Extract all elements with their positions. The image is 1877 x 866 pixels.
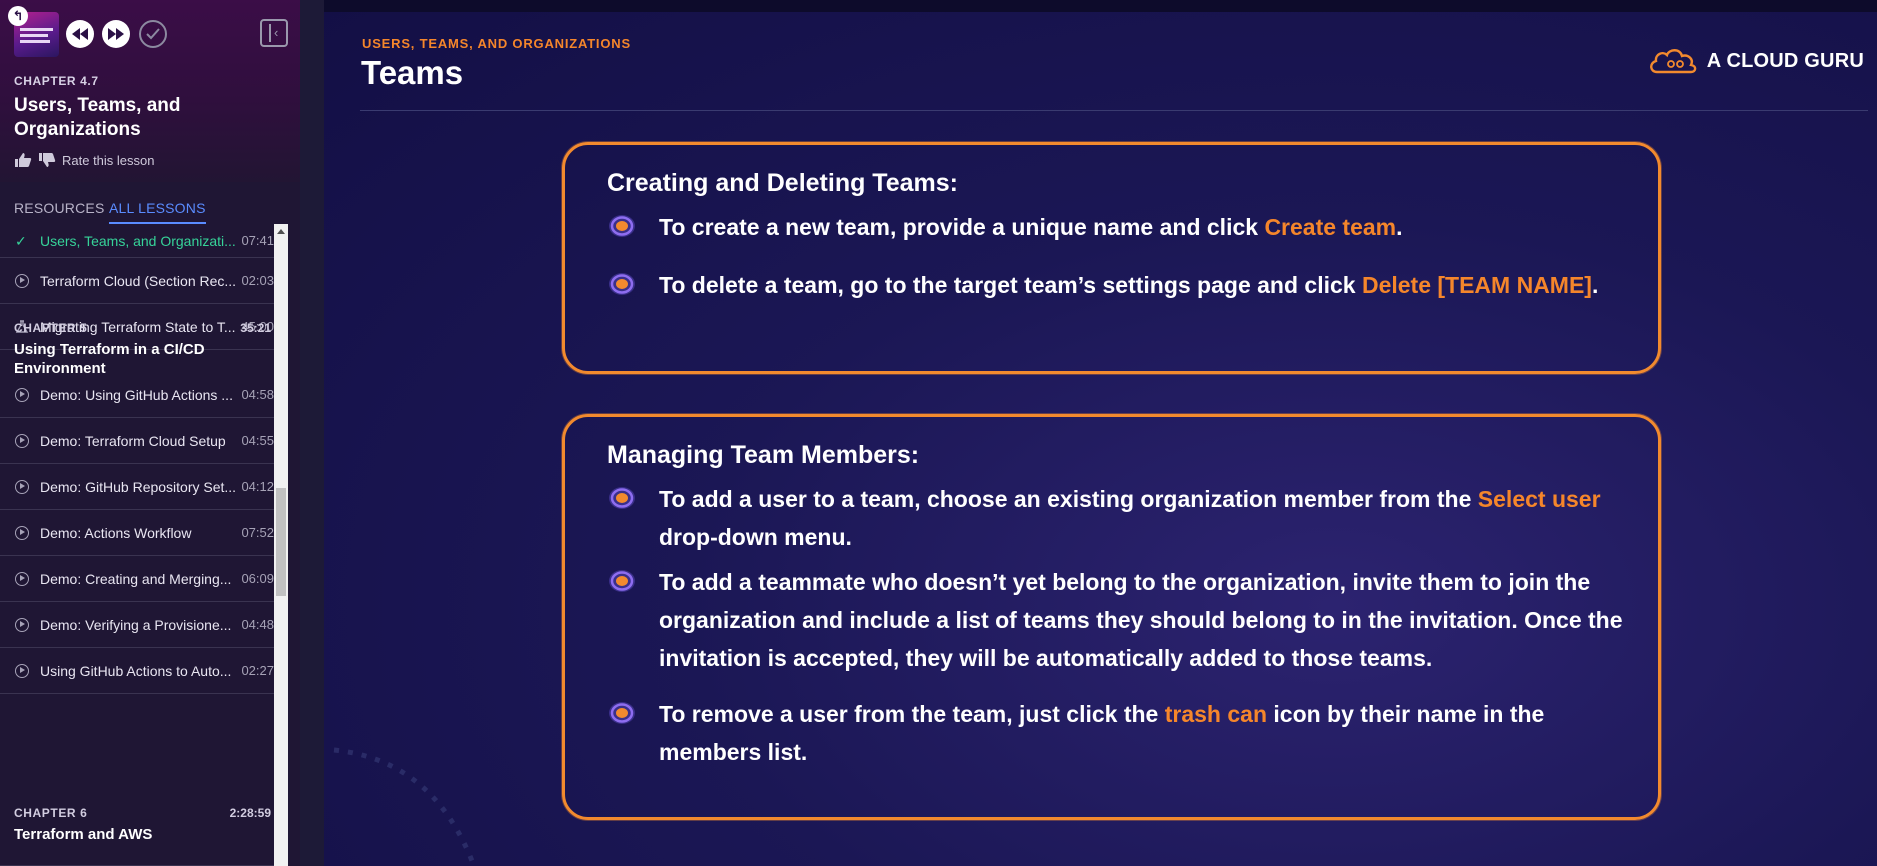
lesson-item-title: Demo: Using GitHub Actions ... — [40, 386, 233, 403]
lesson-item[interactable]: Terraform Cloud (Section Rec... 02:03 — [0, 258, 274, 304]
lesson-list-scrollbar[interactable] — [274, 224, 288, 866]
play-circle-icon — [15, 479, 29, 494]
lesson-item[interactable]: Demo: Actions Workflow 07:52 — [0, 510, 274, 556]
lesson-list: ✓ Users, Teams, and Organizati... 07:41 … — [0, 224, 274, 866]
cloud-logo-icon — [1649, 49, 1697, 74]
lesson-item-duration: 06:09 — [241, 571, 274, 586]
lesson-item-duration: 04:12 — [241, 479, 274, 494]
play-circle-icon — [15, 617, 29, 632]
check-icon: ✓ — [15, 232, 27, 249]
checkmark-icon — [146, 28, 160, 40]
title-divider — [360, 110, 1868, 111]
lesson-item[interactable]: Using GitHub Actions to Auto... 02:27 — [0, 648, 274, 694]
thumbs-up-icon[interactable] — [14, 152, 32, 168]
managing-team-members-card: Managing Team Members: To add a user to … — [562, 414, 1661, 820]
mark-complete-button[interactable] — [139, 20, 167, 48]
orange-dot-bullet-icon — [609, 702, 635, 724]
scrollbar-thumb[interactable] — [276, 488, 286, 596]
chapter-kicker: CHAPTER 4.7 — [14, 74, 99, 88]
tab-resources[interactable]: RESOURCES — [14, 200, 104, 222]
card-heading: Managing Team Members: — [607, 441, 920, 469]
lesson-item-title: Demo: Creating and Merging... — [40, 570, 232, 587]
chapter-kicker: CHAPTER 6 — [14, 806, 88, 820]
chapter-header[interactable]: CHAPTER 6 2:28:59 Terraform and AWS — [0, 806, 274, 866]
scroll-up-arrow-icon[interactable] — [277, 229, 285, 234]
play-circle-icon — [15, 663, 29, 678]
orange-dot-bullet-icon — [609, 215, 635, 237]
collapse-sidebar-button[interactable]: ‹ — [260, 19, 288, 47]
rewind-button[interactable] — [66, 20, 94, 48]
lesson-item-duration: 02:03 — [241, 273, 274, 288]
play-circle-icon — [15, 433, 29, 448]
fast-forward-button[interactable] — [102, 20, 130, 48]
play-circle-icon — [15, 387, 29, 402]
thumbs-down-icon[interactable] — [38, 152, 56, 168]
lesson-item-duration: 07:52 — [241, 525, 274, 540]
chapter-duration: 35:21 — [240, 321, 271, 335]
sidebar-header: ↰ ‹ CHAPTER 4.7 Users, Teams, and Organi… — [0, 0, 300, 182]
bullet-text: To add a teammate who doesn’t yet belong… — [659, 569, 1623, 671]
lesson-item-duration: 02:27 — [241, 663, 274, 678]
lesson-item-title: Demo: GitHub Repository Set... — [40, 478, 237, 495]
card-heading: Creating and Deleting Teams: — [607, 169, 958, 197]
slide-kicker: USERS, TEAMS, AND ORGANIZATIONS — [362, 36, 631, 51]
play-circle-icon — [15, 273, 29, 288]
orange-dot-bullet-icon — [609, 570, 635, 592]
rate-lesson-label[interactable]: Rate this lesson — [62, 153, 155, 168]
chapter-duration: 2:28:59 — [229, 806, 271, 820]
sidebar-tabs: RESOURCES ALL LESSONS — [0, 196, 300, 226]
lesson-item[interactable]: ✓ Users, Teams, and Organizati... 07:41 — [0, 224, 274, 258]
back-arrow-icon[interactable]: ↰ — [8, 6, 28, 26]
orange-dot-bullet-icon — [609, 487, 635, 509]
course-player: ↰ ‹ CHAPTER 4.7 Users, Teams, and Organi… — [0, 0, 1877, 866]
orange-dot-bullet-icon — [609, 273, 635, 295]
slide-title: Teams — [361, 54, 464, 91]
chapter-title: Terraform and AWS — [14, 826, 153, 843]
fast-forward-icon — [108, 28, 124, 40]
play-circle-icon — [15, 571, 29, 586]
rate-lesson-row: Rate this lesson — [14, 152, 155, 168]
lesson-item-title: Users, Teams, and Organizati... — [40, 232, 236, 249]
bullet-text: To add a user to a team, choose an exist… — [659, 486, 1601, 550]
lesson-item-title: Using GitHub Actions to Auto... — [40, 662, 232, 679]
decorative-dotted-arc — [333, 747, 477, 866]
rewind-icon — [72, 28, 88, 40]
lesson-item-duration: 04:48 — [241, 617, 274, 632]
lesson-item[interactable]: Demo: GitHub Repository Set... 04:12 — [0, 464, 274, 510]
chapter-kicker: CHAPTER 5 — [14, 321, 88, 335]
chevron-left-icon: ‹ — [274, 25, 279, 40]
lesson-item-title: Demo: Terraform Cloud Setup — [40, 432, 226, 449]
video-slide[interactable]: USERS, TEAMS, AND ORGANIZATIONS Teams A … — [324, 0, 1877, 866]
lesson-title: Users, Teams, and Organizations — [14, 95, 181, 140]
lesson-item-title: Demo: Verifying a Provisione... — [40, 616, 232, 633]
play-circle-icon — [15, 525, 29, 540]
top-strip — [324, 0, 1877, 12]
lesson-item-duration: 04:58 — [241, 387, 274, 402]
lesson-item-title: Terraform Cloud (Section Rec... — [40, 272, 237, 289]
tab-all-lessons[interactable]: ALL LESSONS — [109, 200, 206, 224]
creating-deleting-teams-card: Creating and Deleting Teams: To create a… — [562, 142, 1661, 374]
bullet-text: To delete a team, go to the target team’… — [659, 272, 1599, 298]
brand-logo: A CLOUD GURU — [1647, 46, 1864, 76]
sidebar-gutter — [300, 0, 324, 866]
lesson-item[interactable]: Demo: Creating and Merging... 06:09 — [0, 556, 274, 602]
lesson-item-duration: 04:55 — [241, 433, 274, 448]
bullet-text: To create a new team, provide a unique n… — [659, 214, 1403, 240]
lesson-item-duration: 07:41 — [241, 233, 274, 248]
lesson-item-title: Demo: Actions Workflow — [40, 524, 192, 541]
bullet-text: To remove a user from the team, just cli… — [659, 701, 1545, 765]
lesson-item[interactable]: Demo: Using GitHub Actions ... 04:58 — [0, 372, 274, 418]
brand-name: A CLOUD GURU — [1706, 49, 1864, 72]
lesson-sidebar: ↰ ‹ CHAPTER 4.7 Users, Teams, and Organi… — [0, 0, 300, 866]
lesson-item[interactable]: Demo: Verifying a Provisione... 04:48 — [0, 602, 274, 648]
lesson-item[interactable]: Demo: Terraform Cloud Setup 04:55 — [0, 418, 274, 464]
